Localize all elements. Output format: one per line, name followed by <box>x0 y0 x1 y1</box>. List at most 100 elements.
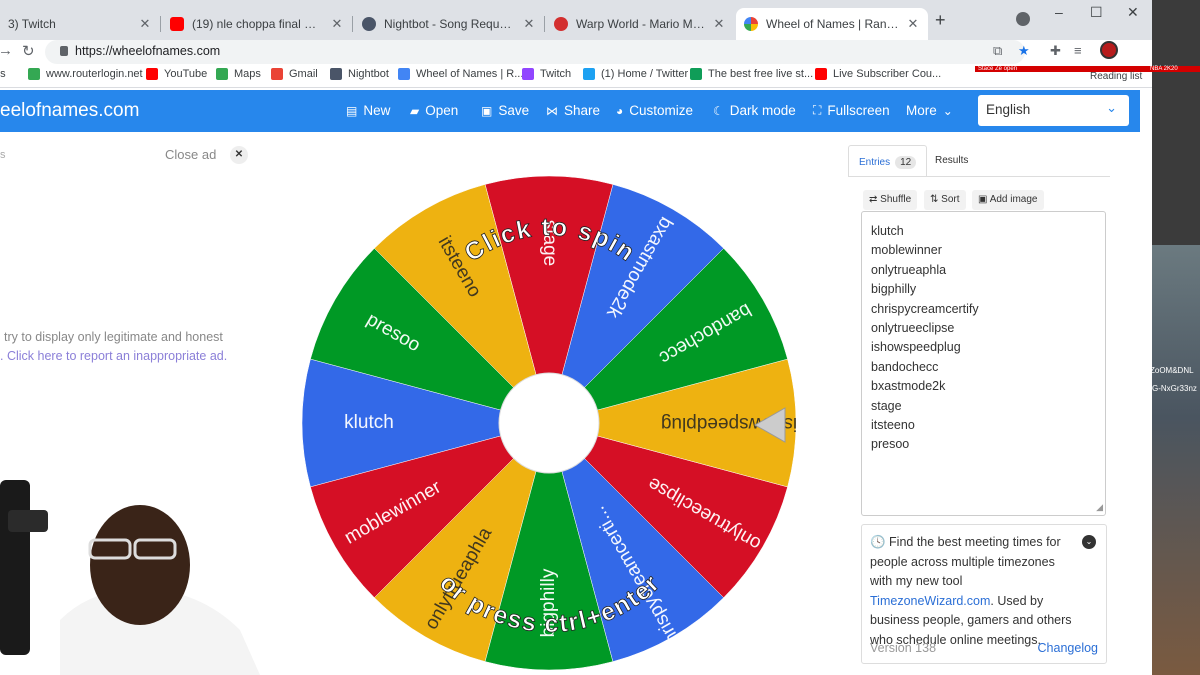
close-icon[interactable]: ✕ <box>906 16 920 32</box>
nav-save[interactable]: ▣ Save <box>481 103 529 118</box>
bookmark-label: Twitch <box>540 68 572 80</box>
bookmark-item[interactable]: The best free live st... <box>690 68 813 80</box>
media-control-icon[interactable]: ≡ <box>1074 43 1082 58</box>
changelog-link[interactable]: Changelog <box>1038 641 1098 655</box>
entry-line[interactable]: moblewinner <box>871 241 1096 260</box>
bookmark-item[interactable]: www.routerlogin.net <box>28 68 143 80</box>
entry-line[interactable]: bandochecc <box>871 358 1096 377</box>
bookmark-label: Live Subscriber Cou... <box>833 68 942 80</box>
close-icon[interactable]: ✕ <box>522 16 536 32</box>
tab-label: Nightbot - Song Requests <box>384 17 516 31</box>
nav-label: Open <box>425 103 459 118</box>
bookmark-item[interactable]: Nightbot <box>330 68 389 80</box>
shuffle-button[interactable]: ⇄ Shuffle <box>863 190 918 210</box>
site-title[interactable]: eelofnames.com <box>0 100 139 122</box>
entry-line[interactable]: itsteeno <box>871 416 1096 435</box>
close-ad-icon[interactable]: ✕ <box>230 146 248 164</box>
reading-list-button[interactable]: Reading list <box>1090 71 1142 82</box>
entry-line[interactable]: onlytrueaphla <box>871 261 1096 280</box>
language-select[interactable]: English ⌄ <box>978 95 1129 126</box>
chevron-down-icon: ⌄ <box>1106 100 1117 115</box>
close-window-button[interactable]: ✕ <box>1127 4 1139 21</box>
youtube-icon <box>170 17 184 31</box>
folder-icon: ▰ <box>410 103 420 118</box>
nav-label: Share <box>564 103 601 118</box>
bookmark-item[interactable]: Twitch <box>522 68 571 80</box>
entry-line[interactable]: stage <box>871 397 1096 416</box>
entry-line[interactable]: klutch <box>871 222 1096 241</box>
entry-line[interactable]: bxastmode2k <box>871 377 1096 396</box>
shuffle-icon: ⇄ <box>869 194 881 205</box>
bookmark-label: Maps <box>234 68 261 80</box>
wheel-favicon-icon <box>744 17 758 31</box>
browser-tab-wheelofnames[interactable]: Wheel of Names | Random name ✕ <box>736 8 928 40</box>
bookmark-item[interactable]: ps <box>0 68 6 80</box>
image-icon: ▣ <box>978 194 990 205</box>
nav-dark-mode[interactable]: ☾ Dark mode <box>713 103 796 118</box>
bookmark-label: YouTube <box>164 68 208 80</box>
add-image-button[interactable]: ▣ Add image <box>972 190 1044 210</box>
browser-tab-twitch[interactable]: 3) Twitch ✕ <box>0 8 160 40</box>
nav-more[interactable]: More ⌄ <box>906 103 953 118</box>
extensions-icon[interactable]: ✚ <box>1050 43 1061 59</box>
close-icon[interactable]: ✕ <box>138 16 152 32</box>
entry-line[interactable]: ishowspeedplug <box>871 338 1096 357</box>
nav-new[interactable]: ▤ New <box>346 103 390 118</box>
fullscreen-icon: ⛶ <box>813 103 822 117</box>
entry-line[interactable]: presoo <box>871 435 1096 454</box>
timezonewizard-link[interactable]: TimezoneWizard.com <box>870 594 990 608</box>
close-icon[interactable]: ✕ <box>330 16 344 32</box>
browser-tab-warpworld[interactable]: Warp World - Mario Maker Queu ✕ <box>546 8 734 40</box>
tab-entries[interactable]: Entries 12 <box>848 145 928 177</box>
ad-label: s <box>0 149 6 161</box>
browser-tab-strip: 3) Twitch ✕ (19) nle choppa final warnin… <box>0 0 1152 40</box>
nav-customize[interactable]: ◕ Customize <box>616 103 693 118</box>
nav-open[interactable]: ▰ Open <box>410 103 458 118</box>
tab-results-label: Results <box>935 155 969 166</box>
address-bar[interactable]: https://wheelofnames.com ⧉ ★ <box>45 40 1030 64</box>
resize-handle-icon[interactable]: ◢ <box>1096 502 1103 513</box>
browser-tab-nightbot[interactable]: Nightbot - Song Requests ✕ <box>354 8 544 40</box>
avatar[interactable] <box>1100 41 1118 59</box>
version-text: Version 138 <box>870 641 937 655</box>
tab-search-icon[interactable] <box>1016 12 1030 26</box>
bookmark-star-icon[interactable]: ★ <box>1018 43 1030 59</box>
palette-icon: ◕ <box>616 103 624 118</box>
bookmark-favicon-icon <box>271 68 283 80</box>
minimize-button[interactable]: – <box>1055 4 1063 20</box>
bookmark-item[interactable]: Live Subscriber Cou... <box>815 68 941 80</box>
new-tab-button[interactable]: + <box>935 10 946 31</box>
wheel-center[interactable] <box>498 372 600 474</box>
maximize-button[interactable]: ☐ <box>1090 4 1103 21</box>
entry-line[interactable]: bigphilly <box>871 280 1096 299</box>
bookmark-item[interactable]: Maps <box>216 68 261 80</box>
collapse-chevron-icon[interactable]: ⌄ <box>1082 535 1096 549</box>
close-ad-link[interactable]: Close ad <box>165 147 216 162</box>
entries-textarea[interactable]: klutch moblewinner onlytrueaphla bigphilly c… <box>861 211 1106 516</box>
sort-icon: ⇅ <box>930 194 942 205</box>
moon-icon: ☾ <box>713 103 724 118</box>
nav-fullscreen[interactable]: ⛶ Fullscreen <box>813 103 890 118</box>
entry-line[interactable]: onlytrueeclipse <box>871 319 1096 338</box>
bookmark-item[interactable]: Gmail <box>271 68 318 80</box>
name-wheel[interactable]: klutchmoblewinneronlytrueaphla bigphilly c… <box>300 176 800 675</box>
close-icon[interactable]: ✕ <box>712 16 726 32</box>
sort-button[interactable]: ⇅ Sort <box>924 190 966 210</box>
browser-tab-youtube[interactable]: (19) nle choppa final warning - Y ✕ <box>162 8 352 40</box>
bookmark-item[interactable]: Wheel of Names | R... <box>398 68 523 80</box>
tab-label: (19) nle choppa final warning - Y <box>192 17 324 31</box>
file-icon: ▤ <box>346 103 358 118</box>
entries-count-badge: 12 <box>895 156 917 169</box>
tab-results[interactable]: Results <box>925 145 978 177</box>
entry-line[interactable]: chrispycreamcertify <box>871 300 1096 319</box>
bookmark-favicon-icon <box>330 68 342 80</box>
nav-share[interactable]: ⋈ Share <box>546 103 600 118</box>
forward-arrow-icon[interactable]: → <box>0 42 13 59</box>
bookmark-item[interactable]: YouTube <box>146 68 207 80</box>
bookmark-item[interactable]: (1) Home / Twitter <box>583 68 688 80</box>
reload-icon[interactable]: ↻ <box>22 42 35 60</box>
report-ad-link[interactable]: . Click here to report an inappropriate … <box>0 349 227 363</box>
bookmark-label: (1) Home / Twitter <box>601 68 689 80</box>
install-icon[interactable]: ⧉ <box>993 43 1002 59</box>
bookmark-favicon-icon <box>583 68 595 80</box>
